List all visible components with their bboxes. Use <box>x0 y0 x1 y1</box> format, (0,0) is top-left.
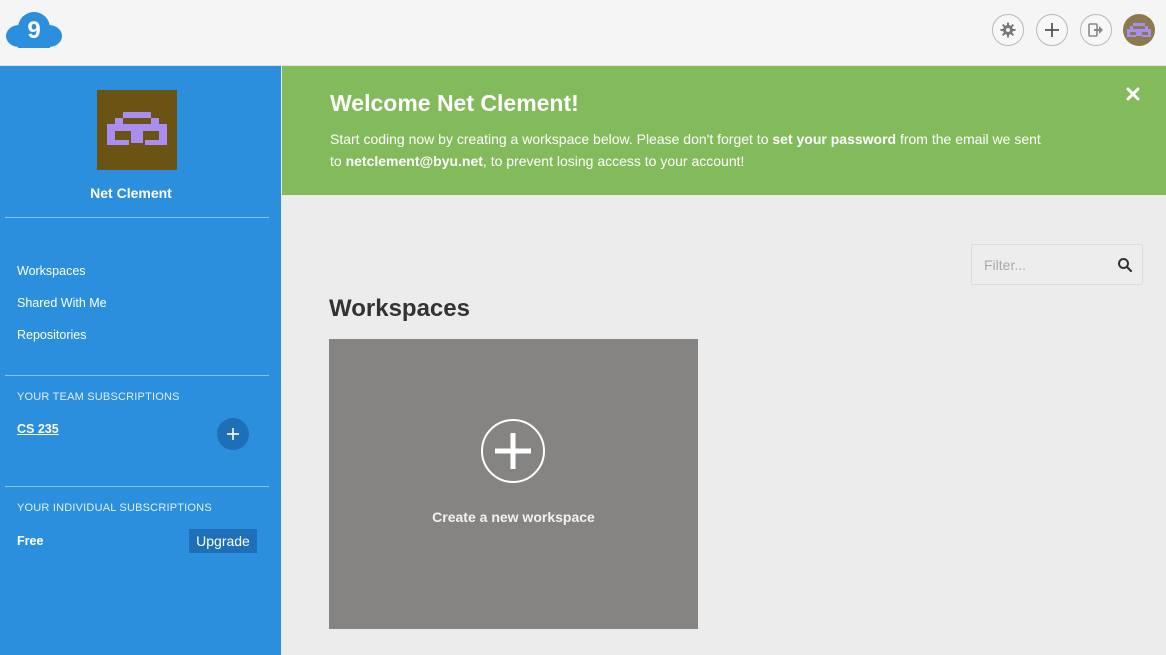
plus-icon <box>1045 23 1059 37</box>
email-text: netclement@byu.net <box>345 153 483 169</box>
welcome-title: Welcome Net Clement! <box>330 90 579 116</box>
plus-icon <box>227 428 239 440</box>
team-subscription-link[interactable]: CS 235 <box>17 422 59 436</box>
plan-name: Free <box>17 534 44 548</box>
gear-icon <box>1000 22 1016 38</box>
workspaces-title: Workspaces <box>329 295 470 322</box>
sidebar-divider <box>5 217 269 218</box>
sidebar: Net Clement Workspaces Shared With Me Re… <box>0 66 281 655</box>
logout-button[interactable] <box>1080 14 1112 46</box>
search-icon[interactable] <box>1117 257 1133 273</box>
add-team-subscription-button[interactable] <box>217 418 249 450</box>
sidebar-divider <box>5 375 269 376</box>
welcome-text: Start coding now by creating a workspace… <box>330 128 1050 172</box>
team-subscriptions-title: YOUR TEAM SUBSCRIPTIONS <box>17 391 180 403</box>
set-password-text: set your password <box>772 131 897 147</box>
add-button[interactable] <box>1036 14 1068 46</box>
sidebar-item-repositories[interactable]: Repositories <box>17 328 86 342</box>
sidebar-divider <box>5 486 269 487</box>
create-workspace-label: Create a new workspace <box>432 509 595 525</box>
top-bar: 9 <box>0 0 1166 66</box>
logo-text: 9 <box>27 17 40 44</box>
sidebar-item-shared-with-me[interactable]: Shared With Me <box>17 296 107 310</box>
plus-icon <box>495 433 531 469</box>
user-avatar-icon <box>1127 23 1151 37</box>
individual-subscriptions-title: YOUR INDIVIDUAL SUBSCRIPTIONS <box>17 502 212 514</box>
cloud9-logo[interactable]: 9 <box>5 12 63 48</box>
close-icon <box>1126 87 1140 101</box>
user-name: Net Clement <box>90 185 172 201</box>
user-avatar[interactable] <box>1123 14 1155 46</box>
sidebar-item-workspaces[interactable]: Workspaces <box>17 264 86 278</box>
add-workspace-icon <box>481 419 545 483</box>
user-avatar-icon <box>107 112 167 145</box>
welcome-text-part: Start coding now by creating a workspace… <box>330 131 773 147</box>
filter-box <box>971 244 1143 285</box>
cloud-logo-icon: 9 <box>6 12 62 48</box>
filter-input[interactable] <box>972 245 1112 284</box>
settings-button[interactable] <box>992 14 1024 46</box>
profile-avatar[interactable] <box>97 90 177 170</box>
logout-icon <box>1088 23 1103 37</box>
welcome-banner: Welcome Net Clement! Start coding now by… <box>282 66 1166 195</box>
upgrade-button[interactable]: Upgrade <box>189 529 257 553</box>
close-banner-button[interactable] <box>1123 84 1143 104</box>
create-workspace-card[interactable]: Create a new workspace <box>329 339 698 629</box>
welcome-text-part: , to prevent losing access to your accou… <box>482 153 745 169</box>
